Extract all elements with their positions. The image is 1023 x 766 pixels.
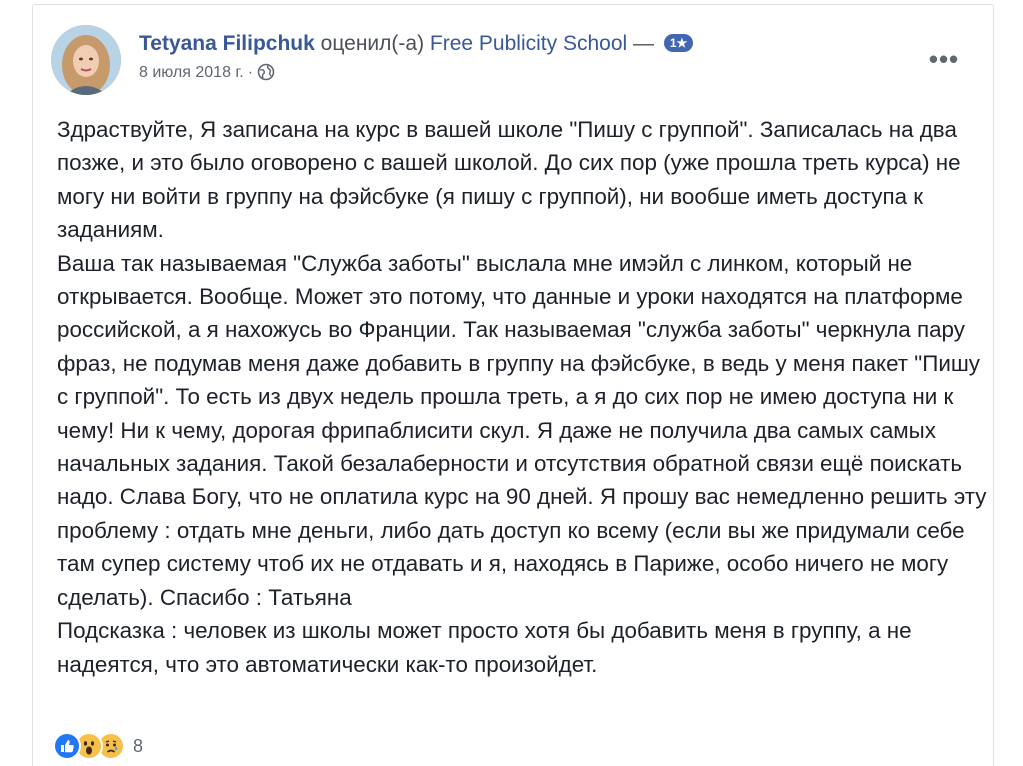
post-paragraph: Здраствуйте, Я записана на курс в вашей …: [57, 117, 961, 243]
post-body-text: Здраствуйте, Я записана на курс в вашей …: [57, 113, 987, 681]
post-header: Tetyana Filipchuk оценил(-а) Free Public…: [51, 25, 975, 95]
like-icon: [53, 732, 81, 760]
reactions-summary[interactable]: 8: [53, 732, 144, 760]
post-title-line: Tetyana Filipchuk оценил(-а) Free Public…: [139, 31, 915, 57]
author-name-link[interactable]: Tetyana Filipchuk: [139, 32, 315, 55]
post-paragraph: Ваша так называемая "Служба заботы" высл…: [57, 250, 987, 610]
reaction-count: 8: [133, 735, 144, 756]
post-paragraph: Подсказка : человек из школы может прост…: [57, 618, 912, 677]
post-subtitle-line: 8 июля 2018 г. ·: [139, 63, 915, 83]
post-date-link[interactable]: 8 июля 2018 г.: [139, 64, 244, 81]
ellipsis-icon: •••: [928, 44, 960, 74]
author-avatar[interactable]: [51, 25, 121, 95]
title-dash: —: [633, 32, 655, 55]
globe-icon[interactable]: [257, 63, 275, 81]
rating-badge: 1★: [663, 34, 694, 52]
review-verb: оценил(-а): [320, 32, 425, 55]
meta-separator: ·: [247, 64, 254, 81]
page-name-link[interactable]: Free Publicity School: [430, 32, 627, 55]
post-meta: Tetyana Filipchuk оценил(-а) Free Public…: [139, 31, 915, 83]
review-post-card: Tetyana Filipchuk оценил(-а) Free Public…: [32, 4, 994, 766]
post-options-button[interactable]: •••: [927, 44, 961, 74]
